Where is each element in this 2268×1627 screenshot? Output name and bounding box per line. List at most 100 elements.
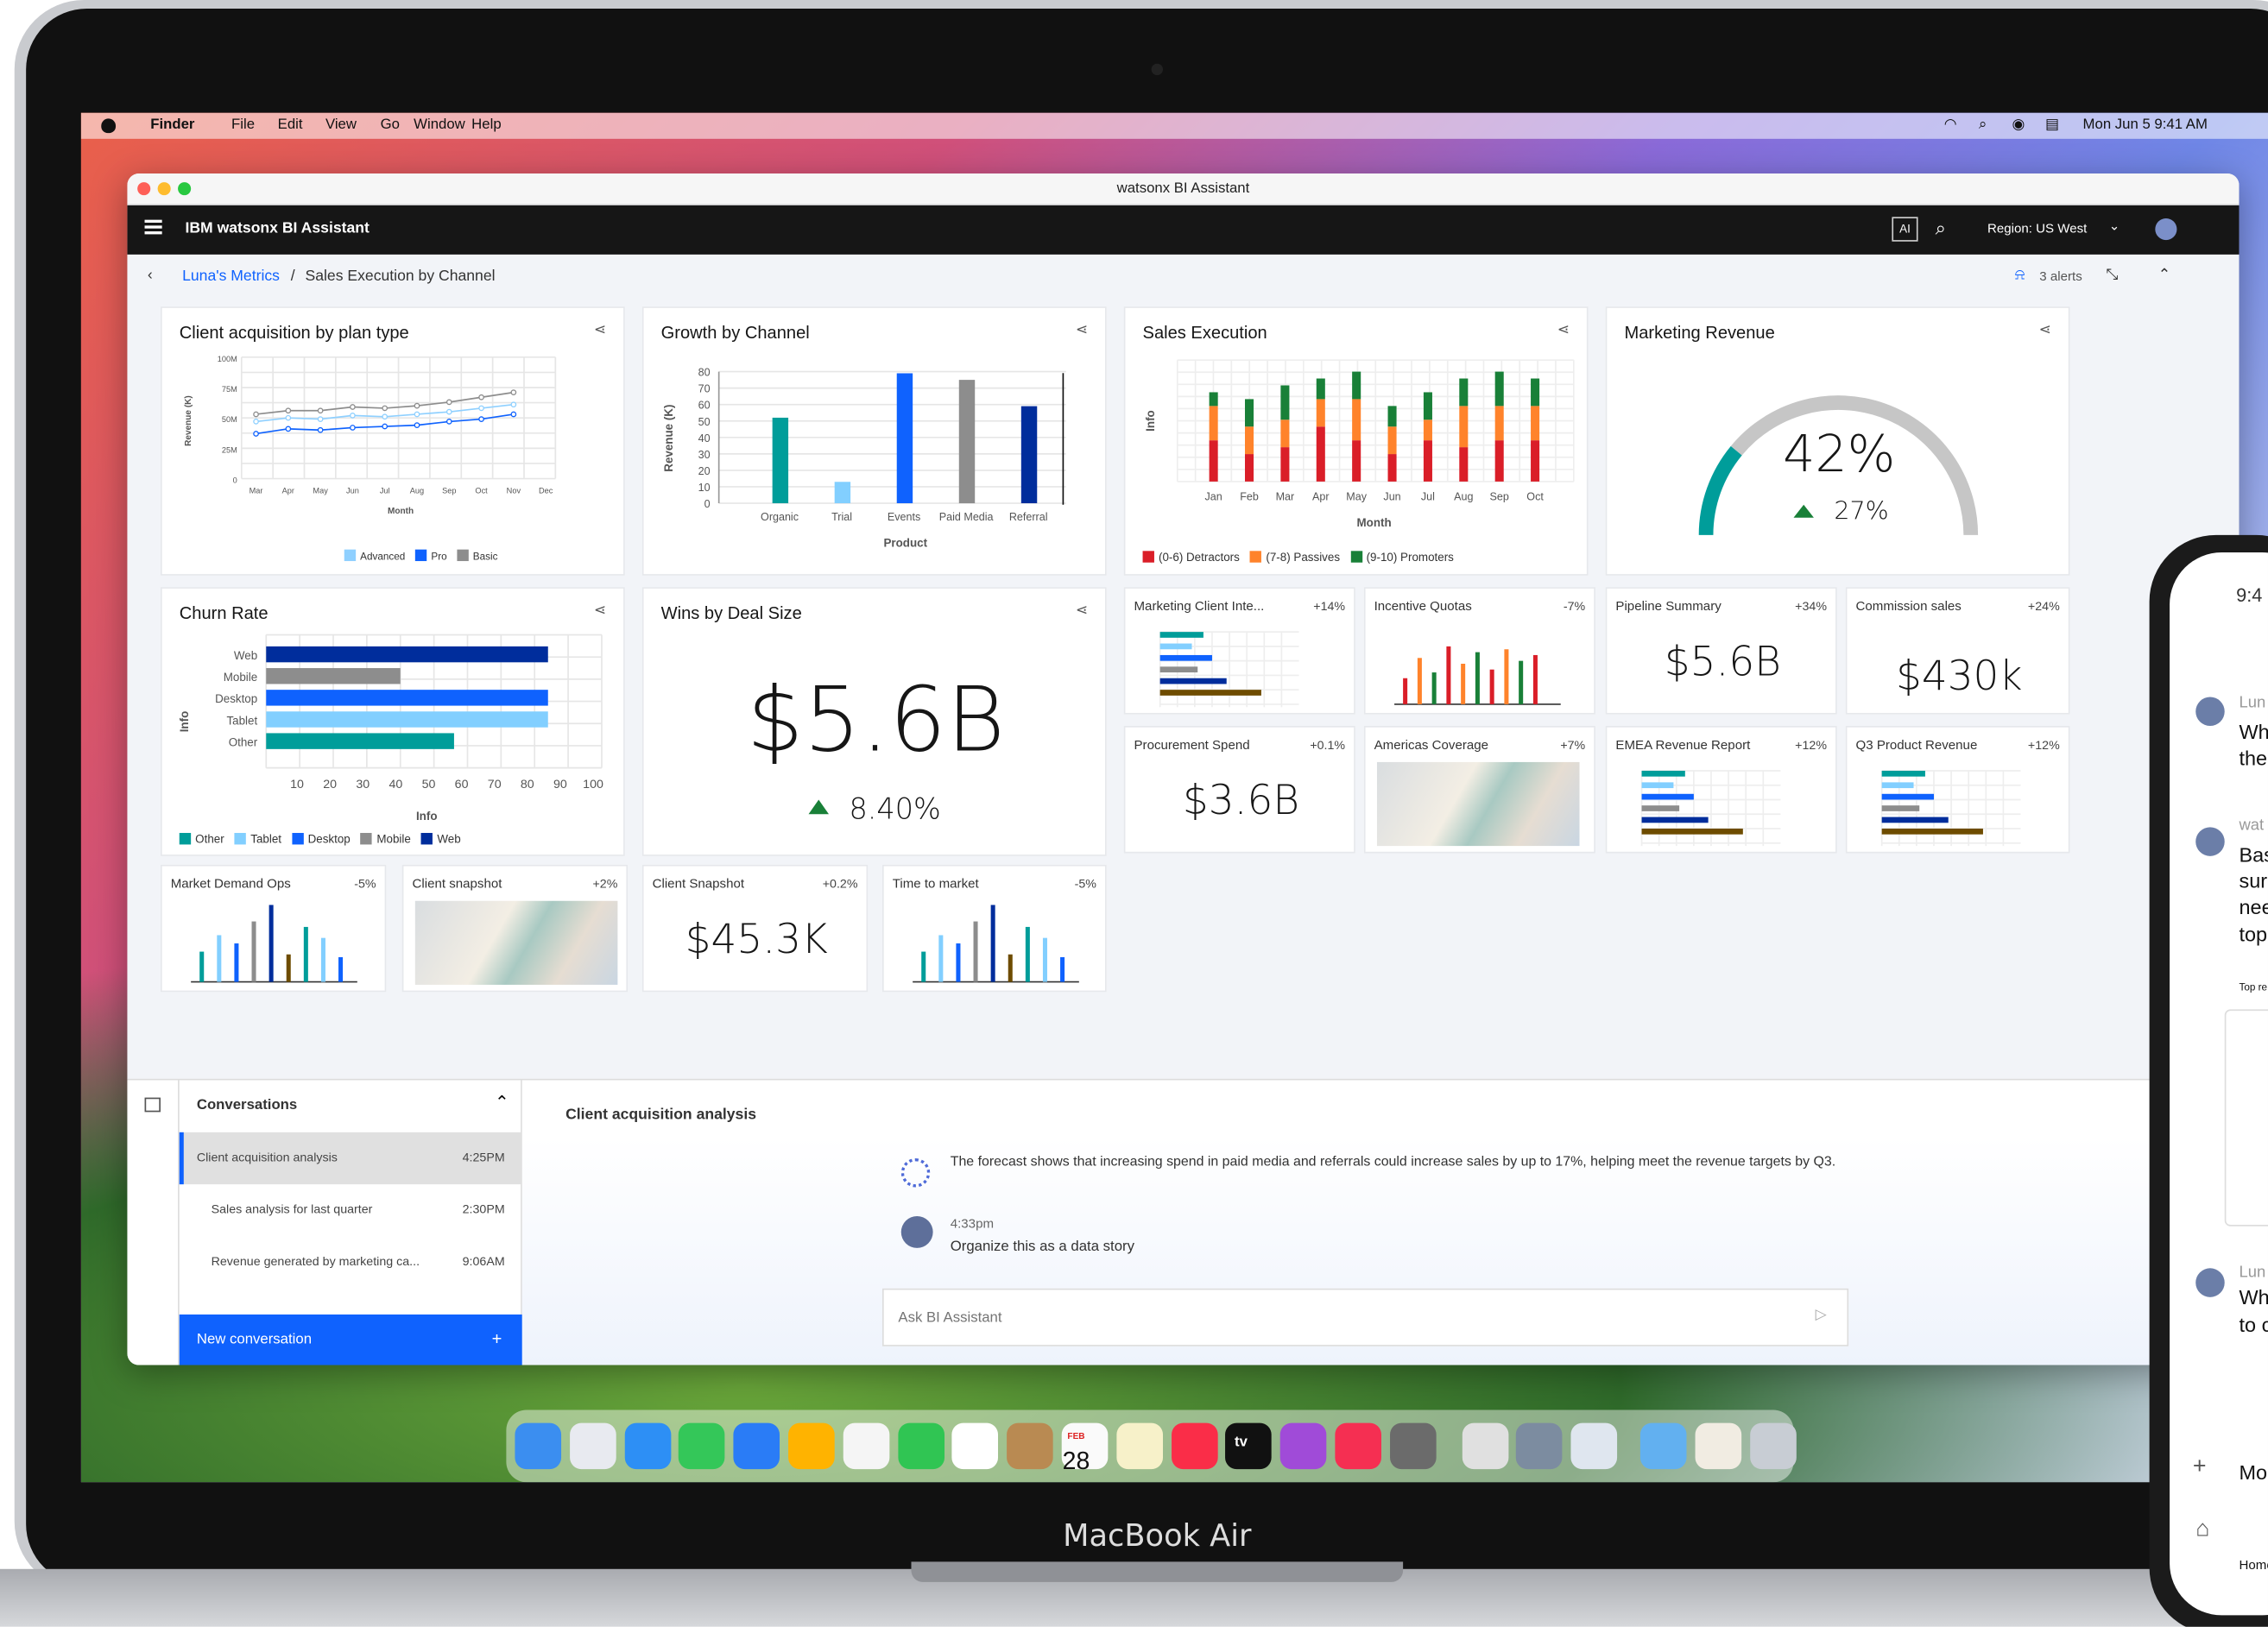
chevron-up-icon[interactable]: ⌃ [2158,266,2171,283]
sidebar-toggle-icon[interactable] [144,1097,161,1113]
chat-input[interactable] [881,1288,1849,1346]
mini-card[interactable]: Incentive Quotas -7% [1363,587,1595,715]
new-conversation-button[interactable]: New conversation + [179,1314,522,1365]
menu-view[interactable]: View [325,117,357,133]
mini-card[interactable]: Time to market -5% [881,864,1107,993]
mini-card[interactable]: Commission sales +24% $430k [1845,587,2070,715]
share-icon[interactable]: ⋖ [2039,323,2051,338]
control-center-icon[interactable]: ▤ [2045,117,2059,133]
bell-icon[interactable]: ⍾ [2015,266,2025,285]
bar-segment [1316,378,1325,400]
spotlight-icon[interactable]: ⌕ [1979,117,1987,133]
mini-bar [1519,660,1524,704]
facetime-icon[interactable] [897,1422,944,1470]
minimize-button[interactable] [157,182,171,196]
notes-app-icon[interactable] [1570,1422,1618,1470]
finder-icon[interactable] [515,1422,562,1470]
mini-bar [1008,954,1013,982]
share-icon[interactable]: ⋖ [1076,323,1088,338]
mini-card-change: +7% [1560,737,1586,753]
mini-bar [1881,793,1934,800]
breadcrumb-parent[interactable]: Luna's Metrics [182,268,280,285]
card-growth-by-channel[interactable]: Growth by Channel ⋖ 0 10 20 30 40 50 60 70 80 Org… [641,306,1107,576]
podcasts-icon[interactable] [1280,1422,1327,1470]
conversation-item[interactable]: Revenue generated by marketing ca... 9:0… [180,1236,522,1288]
menu-window[interactable]: Window [414,117,465,133]
zoom-button[interactable] [178,182,192,196]
mini-card[interactable]: Americas Coverage +7% [1363,726,1595,854]
menu-help[interactable]: Help [471,117,501,133]
conversation-label: Sales analysis for last quarter [211,1201,373,1216]
send-icon[interactable]: ▷ [1816,1308,1827,1323]
safari-icon[interactable] [624,1422,671,1470]
conversation-panel: Conversations ⌃ Client acquisition analy… [127,1078,2240,1365]
settings-icon[interactable] [1389,1422,1437,1470]
bar-segment [1494,406,1504,441]
legend-basic: Basic [472,552,498,563]
avatar[interactable] [2155,218,2177,241]
wifi-icon[interactable]: ◠ [1944,117,1957,133]
launchpad-icon[interactable] [569,1422,616,1470]
messages-icon[interactable] [679,1422,726,1470]
mail-icon[interactable] [733,1422,780,1470]
document-icon[interactable] [1695,1422,1741,1470]
alerts-count[interactable]: 3 alerts [2039,269,2082,284]
hamburger-icon[interactable] [144,219,162,235]
mini-card[interactable]: Q3 Product Revenue +12% [1845,726,2070,854]
menu-file[interactable]: File [231,117,255,133]
menu-finder[interactable]: Finder [150,117,194,133]
chevron-up-icon[interactable]: ⌃ [495,1092,509,1112]
chevron-down-icon[interactable]: ⌄ [2109,218,2120,234]
conversation-item[interactable]: Sales analysis for last quarter 2:30PM [180,1184,522,1236]
x-tick-label: Jul [1421,491,1435,503]
preview-icon[interactable] [1516,1422,1564,1470]
card-wins-by-deal-size[interactable]: Wins by Deal Size ⋖ $5.6B 8.40% [641,587,1107,856]
card-sales-execution[interactable]: Sales Execution ⋖ Jan Feb Mar Apr May Jun Jul A… [1123,306,1589,576]
card-marketing-revenue[interactable]: Marketing Revenue ⋖ 42% 27% [1605,306,2070,576]
share-icon[interactable]: ⋖ [1076,603,1088,619]
menu-edit[interactable]: Edit [278,117,303,133]
mini-card[interactable]: EMEA Revenue Report +12% [1605,726,1837,854]
share-icon[interactable]: ⋖ [594,323,606,338]
mini-card[interactable]: Market Demand Ops -5% [160,864,387,993]
mini-card[interactable]: Client snapshot +2% [401,864,629,993]
search-icon[interactable]: ⌕ [1936,217,1946,240]
share-icon[interactable]: ⋖ [594,603,606,619]
home-icon[interactable]: ⌂ [2195,1517,2209,1542]
conversation-item-active[interactable]: Client acquisition analysis 4:25PM [179,1132,522,1185]
mini-chart [913,905,1079,983]
folder-icon[interactable] [1639,1422,1687,1470]
ai-badge[interactable]: AI [1892,217,1918,242]
menu-go[interactable]: Go [381,117,400,133]
music-icon[interactable] [1171,1422,1217,1470]
bar-desktop [266,690,548,706]
legend: (0-6) Detractors (7-8) Passives (9-10) P… [1142,551,1454,564]
x-tick-label: Sep [442,486,456,495]
textedit-icon[interactable] [1462,1422,1508,1470]
notes-icon[interactable] [1116,1422,1163,1470]
bar-organic [772,417,789,504]
back-icon[interactable]: ‹ [148,266,153,283]
card-client-acquisition[interactable]: Client acquisition by plan type ⋖ 0 25M 50… [160,306,625,576]
news-icon[interactable] [1335,1422,1381,1470]
trash-icon[interactable] [1749,1422,1797,1470]
close-button[interactable] [137,182,151,196]
share-icon[interactable]: ⋖ [1557,323,1570,338]
data-point [414,402,420,409]
user-icon[interactable]: ◉ [2012,117,2025,133]
mini-card[interactable]: Marketing Client Inte... +14% [1123,587,1355,715]
photos-icon[interactable] [843,1422,890,1470]
card-churn-rate[interactable]: Churn Rate ⋖ 10 20 30 40 50 60 70 80 90 100 Web Mob… [160,587,625,856]
mini-card[interactable]: Client Snapshot +0.2% $45.3K [641,864,869,993]
x-axis-label: Month [388,507,414,516]
mini-card[interactable]: Procurement Spend +0.1% $3.6B [1123,726,1355,854]
region-selector[interactable]: Region: US West [1987,221,2087,236]
mini-card[interactable]: Pipeline Summary +34% $5.6B [1605,587,1837,715]
apple-icon[interactable] [101,118,117,134]
phone-plus-icon[interactable]: + [2193,1454,2207,1480]
calendar-icon[interactable] [952,1422,999,1470]
x-tick-label: Events [888,511,920,523]
contacts-icon[interactable] [1007,1422,1053,1470]
maps-icon[interactable] [788,1422,835,1470]
collapse-icon[interactable]: ⤡ [2106,266,2118,285]
